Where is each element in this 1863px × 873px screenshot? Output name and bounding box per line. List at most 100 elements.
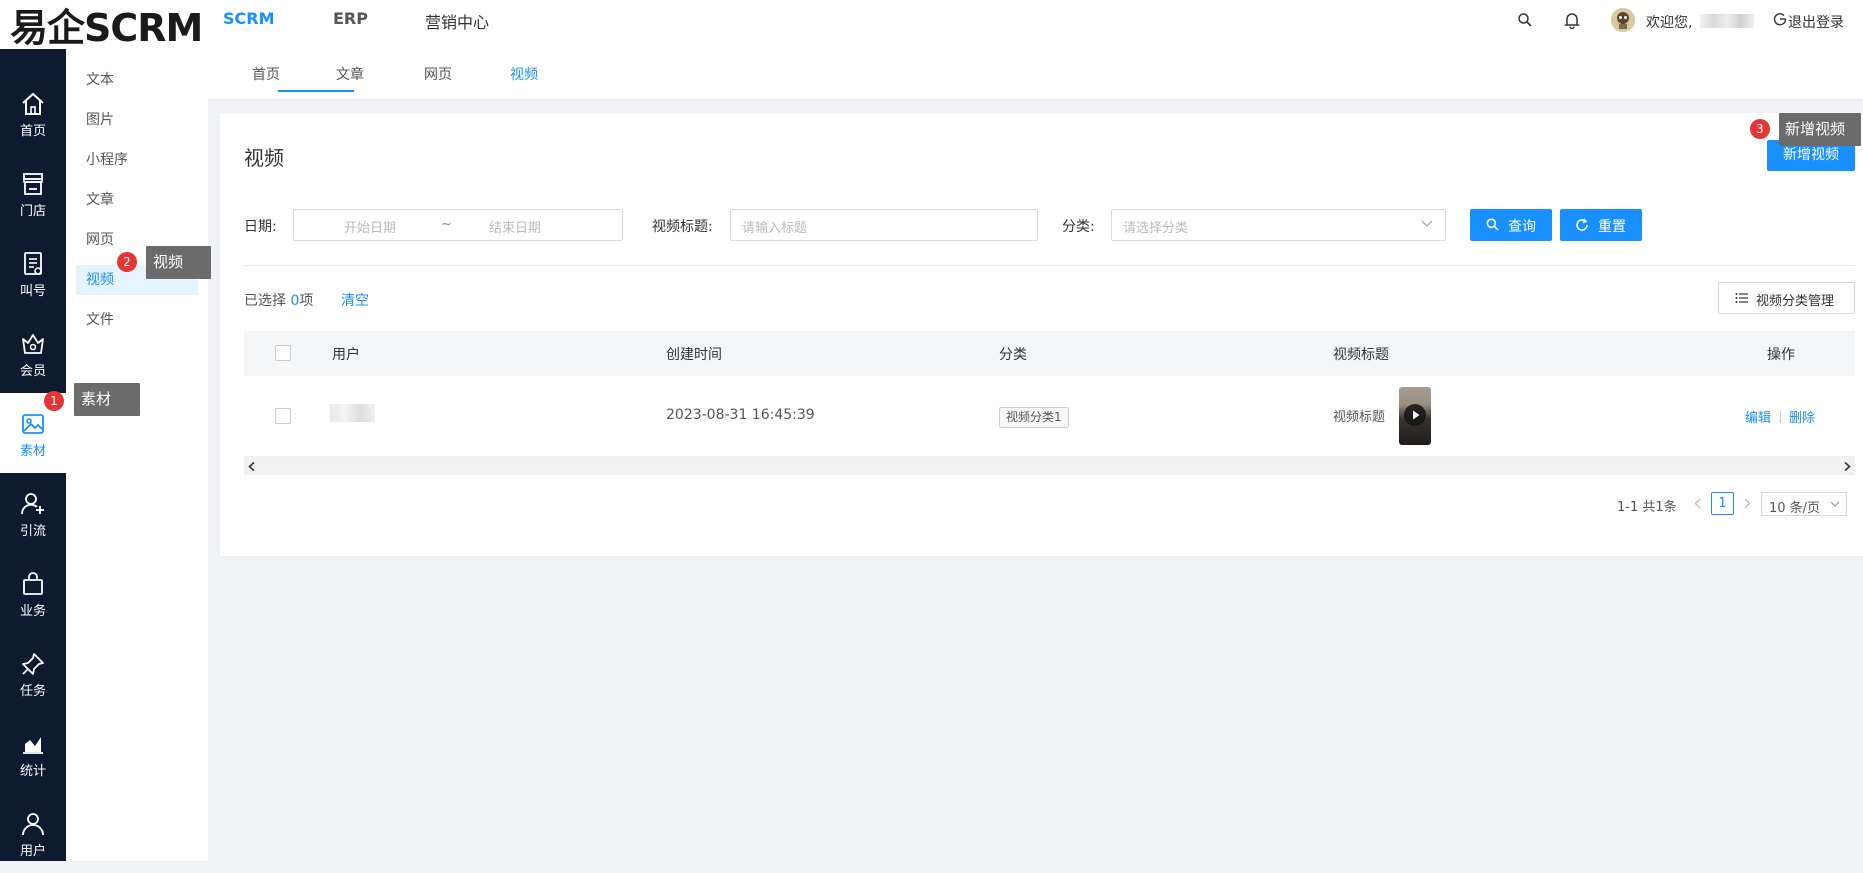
annotation-badge-1: 1 xyxy=(44,391,64,411)
tab-webpage[interactable]: 网页 xyxy=(424,64,452,84)
avatar[interactable] xyxy=(1611,8,1635,32)
annotation-callout-2: 视频 xyxy=(146,246,211,279)
horizontal-scrollbar[interactable] xyxy=(244,457,1855,475)
tab-video[interactable]: 视频 xyxy=(510,64,538,84)
sidebar-item-home[interactable]: 首页 xyxy=(0,73,66,153)
category-label: 分类: xyxy=(1062,219,1095,235)
column-header-actions: 操作 xyxy=(1767,347,1795,363)
member-icon xyxy=(20,331,46,357)
date-label: 日期: xyxy=(244,219,277,235)
search-icon[interactable] xyxy=(1517,12,1533,28)
sidebar-item-label: 素材 xyxy=(19,444,46,459)
sidebar-item-traffic[interactable]: 引流 xyxy=(0,473,66,553)
bag-icon xyxy=(20,571,46,597)
row-checkbox[interactable] xyxy=(275,408,291,424)
pin-icon xyxy=(20,651,46,677)
title-input[interactable]: 请输入标题 xyxy=(730,209,1038,241)
user-redacted xyxy=(330,404,375,422)
sidebar-item-label: 首页 xyxy=(19,124,46,139)
search-icon xyxy=(1486,218,1499,231)
reset-button-label: 重置 xyxy=(1598,219,1626,235)
submenu-item-file[interactable]: 文件 xyxy=(76,305,198,335)
selection-status: 已选择 0项 xyxy=(244,290,313,310)
annotation-callout-1: 素材 xyxy=(74,383,140,416)
annotation-badge-3: 3 xyxy=(1750,119,1770,139)
sidebar-item-label: 叫号 xyxy=(19,284,46,299)
annotation-badge-2: 2 xyxy=(117,252,137,272)
list-icon xyxy=(1735,292,1749,304)
top-nav-marketing[interactable]: 营销中心 xyxy=(425,9,489,33)
prev-page-icon[interactable] xyxy=(1694,498,1701,509)
home-icon xyxy=(20,91,46,117)
column-header-created: 创建时间 xyxy=(666,347,722,363)
edit-link[interactable]: 编辑 xyxy=(1745,407,1771,426)
page-size-select[interactable]: 10 条/页 xyxy=(1761,492,1847,516)
tab-home[interactable]: 首页 xyxy=(252,64,280,84)
date-range-picker[interactable]: 开始日期 ~ 结束日期 xyxy=(293,209,623,241)
sidebar-item-business[interactable]: 业务 xyxy=(0,553,66,633)
sidebar-item-label: 任务 xyxy=(19,684,46,699)
start-date-placeholder[interactable]: 开始日期 xyxy=(344,217,396,236)
active-tab-indicator xyxy=(278,90,354,92)
logout-icon[interactable] xyxy=(1773,12,1787,26)
top-nav-erp[interactable]: ERP xyxy=(333,9,368,28)
top-nav-scrm[interactable]: SCRM xyxy=(223,9,275,28)
chart-icon xyxy=(20,731,46,757)
submenu-item-article[interactable]: 文章 xyxy=(76,185,198,215)
scroll-left-icon[interactable] xyxy=(248,462,256,471)
filter-divider xyxy=(244,265,1855,266)
sidebar-item-label: 用户 xyxy=(19,844,46,859)
title-placeholder: 请输入标题 xyxy=(742,221,808,236)
video-thumbnail[interactable] xyxy=(1399,387,1431,445)
submenu-item-text[interactable]: 文本 xyxy=(76,65,198,95)
sidebar-item-task[interactable]: 任务 xyxy=(0,633,66,713)
tab-article[interactable]: 文章 xyxy=(336,64,364,84)
sidebar-item-label: 业务 xyxy=(19,604,46,619)
category-manage-button[interactable]: 视频分类管理 xyxy=(1718,282,1855,314)
scroll-right-icon[interactable] xyxy=(1843,462,1851,471)
annotation-callout-3: 新增视频 xyxy=(1779,113,1861,146)
sidebar-item-label: 会员 xyxy=(19,364,46,379)
category-tag: 视频分类1 xyxy=(999,407,1069,428)
clear-selection-link[interactable]: 清空 xyxy=(341,290,369,310)
selection-suffix: 项 xyxy=(299,293,314,309)
submenu-item-image[interactable]: 图片 xyxy=(76,105,198,135)
sidebar-item-label: 统计 xyxy=(19,764,46,779)
select-all-checkbox[interactable] xyxy=(275,345,291,361)
column-header-category: 分类 xyxy=(999,347,1027,363)
refresh-icon xyxy=(1575,218,1589,232)
page-tabs: 首页 文章 网页 视频 xyxy=(208,49,1863,100)
main-sidebar: 首页 门店 叫号 会员 素材 引流 业务 任务 统计 用户 xyxy=(0,49,66,861)
date-separator: ~ xyxy=(441,217,452,232)
table-row: 2023-08-31 16:45:39 视频分类1 视频标题 编辑 删除 xyxy=(244,376,1855,457)
query-button[interactable]: 查询 xyxy=(1470,209,1552,241)
delete-link[interactable]: 删除 xyxy=(1789,407,1815,426)
sidebar-item-store[interactable]: 门店 xyxy=(0,153,66,233)
sidebar-item-user[interactable]: 用户 xyxy=(0,793,66,873)
queue-icon xyxy=(20,251,46,277)
page-number-current[interactable]: 1 xyxy=(1711,492,1734,515)
sidebar-item-label: 引流 xyxy=(19,524,46,539)
pagination-info: 1-1 共1条 xyxy=(1617,500,1677,515)
play-icon xyxy=(1404,404,1426,426)
reset-button[interactable]: 重置 xyxy=(1560,209,1642,241)
category-manage-label: 视频分类管理 xyxy=(1756,294,1835,309)
chevron-down-icon xyxy=(1830,501,1840,508)
page-size-label: 10 条/页 xyxy=(1769,501,1821,516)
submenu-item-miniprogram[interactable]: 小程序 xyxy=(76,145,198,175)
sub-menu: 文本 图片 小程序 文章 网页 视频 文件 xyxy=(66,49,208,861)
user-icon xyxy=(20,811,46,837)
column-header-user: 用户 xyxy=(332,347,360,363)
image-icon xyxy=(20,411,46,437)
bell-icon[interactable] xyxy=(1564,11,1580,29)
category-select[interactable]: 请选择分类 xyxy=(1111,209,1446,241)
logout-link[interactable]: 退出登录 xyxy=(1788,12,1844,32)
sidebar-item-stats[interactable]: 统计 xyxy=(0,713,66,793)
welcome-text: 欢迎您, xyxy=(1646,15,1693,31)
store-icon xyxy=(20,171,46,197)
next-page-icon[interactable] xyxy=(1744,498,1751,509)
title-label: 视频标题: xyxy=(652,219,713,235)
end-date-placeholder[interactable]: 结束日期 xyxy=(489,217,541,236)
sidebar-item-queue[interactable]: 叫号 xyxy=(0,233,66,313)
sidebar-item-member[interactable]: 会员 xyxy=(0,313,66,393)
